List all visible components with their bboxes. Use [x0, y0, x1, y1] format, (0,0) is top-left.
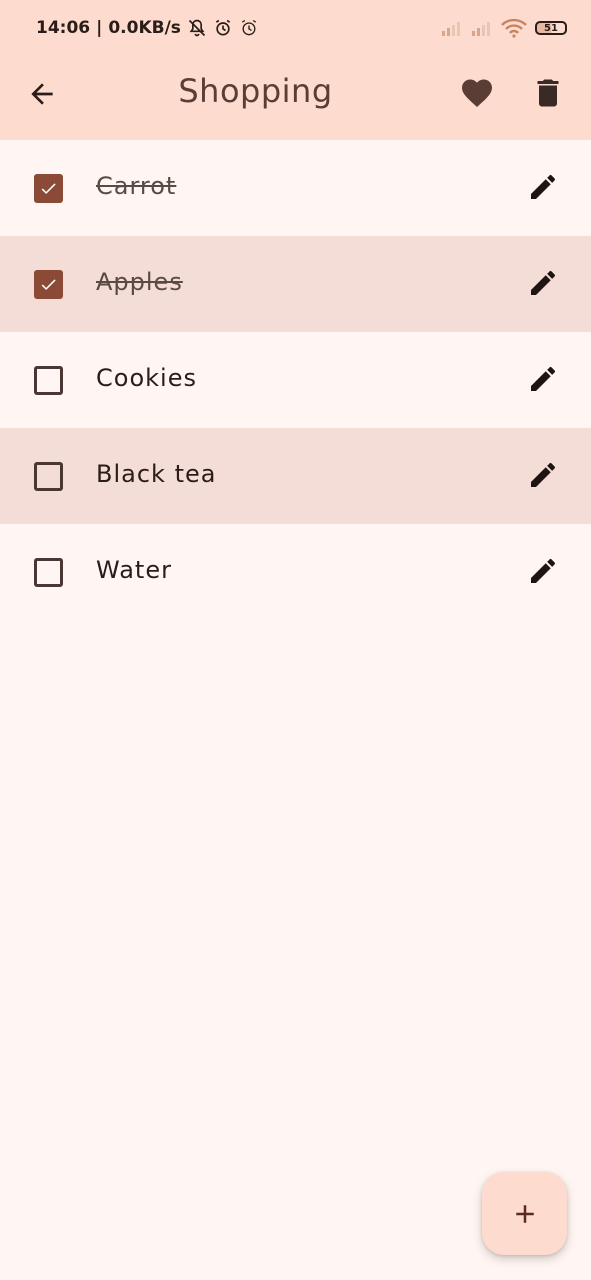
list-item-label: Carrot: [96, 172, 177, 200]
alarm-outline-icon: [241, 19, 256, 36]
status-net-speed: 0.0KB/s: [108, 18, 181, 38]
checkbox-unchecked[interactable]: [34, 366, 63, 395]
list-item-label: Apples: [96, 268, 183, 296]
battery-level: 51: [544, 22, 558, 34]
list-item[interactable]: Black tea: [0, 428, 591, 524]
heart-icon[interactable]: [459, 75, 495, 111]
mute-bell-icon: [188, 19, 206, 37]
pencil-icon[interactable]: [527, 555, 559, 587]
checkbox-checked[interactable]: [34, 174, 63, 203]
check-icon: [41, 183, 56, 195]
signal-icon: [442, 22, 460, 36]
status-separator: |: [96, 18, 103, 38]
shopping-list: Carrot Apples Cookies Black tea Water: [0, 140, 591, 620]
plus-icon: [515, 1204, 534, 1223]
list-item[interactable]: Carrot: [0, 140, 591, 236]
battery-icon: 51: [535, 21, 567, 35]
status-right: 51: [441, 18, 567, 38]
checkbox-checked[interactable]: [34, 270, 63, 299]
checkbox-unchecked[interactable]: [34, 462, 63, 491]
status-time: 14:06: [36, 18, 91, 38]
alarm-icon: [215, 19, 231, 36]
list-item-label: Cookies: [96, 364, 197, 392]
app-bar: Shopping: [0, 56, 591, 140]
list-item[interactable]: Apples: [0, 236, 591, 332]
pencil-icon[interactable]: [527, 267, 559, 299]
trash-icon[interactable]: [530, 75, 566, 111]
list-item[interactable]: Water: [0, 524, 591, 620]
pencil-icon[interactable]: [527, 363, 559, 395]
list-item[interactable]: Cookies: [0, 332, 591, 428]
list-item-label: Black tea: [96, 460, 217, 488]
list-item-label: Water: [96, 556, 172, 584]
checkbox-unchecked[interactable]: [34, 558, 63, 587]
wifi-icon: [501, 18, 527, 38]
pencil-icon[interactable]: [527, 171, 559, 203]
page-title: Shopping: [178, 72, 333, 110]
status-bar: 14:06 | 0.0KB/s 51: [0, 0, 591, 56]
status-left: 14:06 | 0.0KB/s: [36, 18, 259, 38]
signal-icon: [472, 22, 490, 36]
check-icon: [41, 279, 56, 291]
add-item-button[interactable]: [482, 1172, 567, 1255]
pencil-icon[interactable]: [527, 459, 559, 491]
